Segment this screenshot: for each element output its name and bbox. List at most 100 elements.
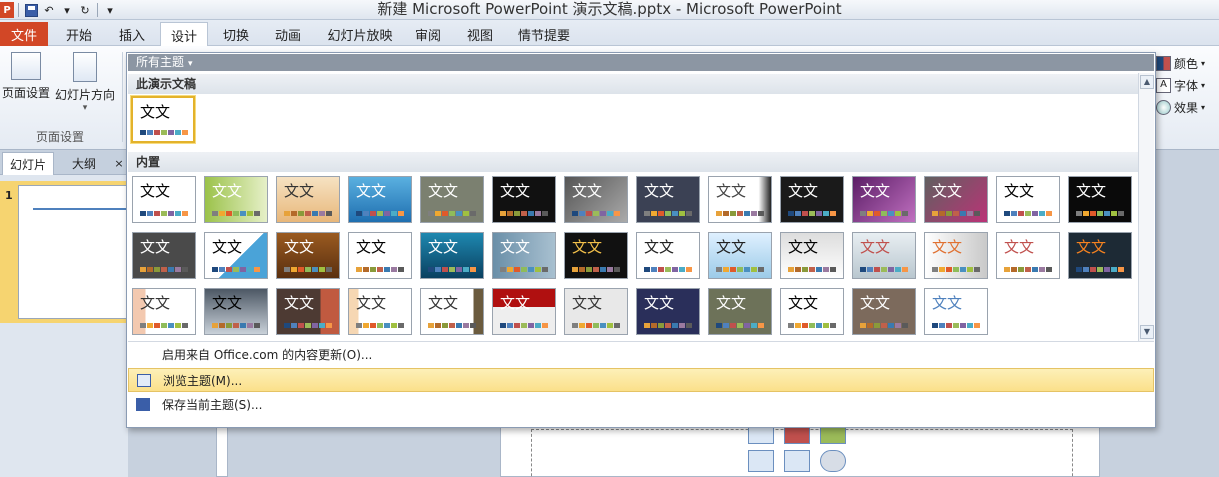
slide-orientation-button[interactable]: 幻灯片方向 ▾ [54,52,116,113]
theme-thumbnail[interactable]: 文文 [204,288,268,335]
theme-color-swatches [284,323,332,328]
theme-thumbnail[interactable]: 文文 [492,176,556,223]
theme-thumbnail[interactable]: 文文 [276,288,340,335]
theme-thumbnail[interactable]: 文文 [204,176,268,223]
colors-button[interactable]: 颜色 ▾ [1156,52,1219,74]
theme-thumbnail[interactable]: 文文 [348,288,412,335]
gallery-scrollbar[interactable]: ▲ ▼ [1138,73,1154,341]
theme-thumbnail[interactable]: 文文 [636,232,700,279]
tab-insert[interactable]: 插入 [108,22,156,46]
theme-thumbnail[interactable]: 文文 [996,232,1060,279]
theme-sample-text: 文文 [572,182,603,200]
page-setup-button[interactable]: 页面设置 [0,52,52,101]
theme-color-swatches [788,323,836,328]
chevron-down-icon: ▾ [1201,58,1206,68]
theme-color-swatches [932,323,980,328]
fonts-button[interactable]: A 字体 ▾ [1156,74,1219,96]
scroll-down-icon[interactable]: ▼ [1140,325,1154,339]
save-current-theme-item[interactable]: 保存当前主题(S)... [128,393,1154,417]
theme-color-swatches [284,267,332,272]
theme-thumbnail[interactable]: 文文 [564,232,628,279]
theme-thumbnail[interactable]: 文文 [924,176,988,223]
theme-thumbnail[interactable]: 文文 [852,232,916,279]
close-icon[interactable]: × [112,152,126,175]
theme-color-swatches [212,323,260,328]
slide-orientation-icon [73,52,97,82]
theme-thumbnail[interactable]: 文文 [276,176,340,223]
theme-thumbnail[interactable]: 文文 [420,288,484,335]
enable-office-updates-item[interactable]: 启用来自 Office.com 的内容更新(O)... [128,343,1154,367]
tab-storyboarding[interactable]: 情节提要 [510,22,578,46]
theme-thumbnail[interactable]: 文文 [420,176,484,223]
browse-themes-item[interactable]: 浏览主题(M)... [128,368,1154,392]
tab-slides[interactable]: 幻灯片 [2,152,54,175]
group-separator [122,52,123,142]
theme-thumbnail[interactable]: 文文 [492,232,556,279]
theme-thumbnail[interactable]: 文文 [708,232,772,279]
tab-home[interactable]: 开始 [54,22,104,46]
theme-thumbnail[interactable]: 文文 [204,232,268,279]
theme-sample-text: 文文 [644,294,675,312]
theme-thumbnail[interactable]: 文文 [1068,176,1132,223]
fonts-icon: A [1156,77,1171,93]
theme-color-swatches [500,211,548,216]
browse-themes-icon [137,374,151,387]
effects-button[interactable]: 效果 ▾ [1156,96,1219,118]
theme-thumbnail[interactable]: 文文 [636,288,700,335]
theme-sample-text: 文文 [1004,182,1035,200]
theme-thumbnail[interactable]: 文文 [132,288,196,335]
tab-view[interactable]: 视图 [456,22,504,46]
tab-transitions[interactable]: 切换 [212,22,260,46]
theme-color-swatches [860,267,908,272]
theme-thumbnail[interactable]: 文文 [924,288,988,335]
theme-thumbnail[interactable]: 文文 [780,176,844,223]
theme-thumbnail[interactable]: 文文 [348,176,412,223]
scroll-up-icon[interactable]: ▲ [1140,75,1154,89]
theme-thumbnail[interactable]: 文文 [996,176,1060,223]
theme-sample-text: 文文 [284,294,315,312]
tab-review[interactable]: 审阅 [404,22,452,46]
theme-sample-text: 文文 [284,238,315,256]
slides-pane-tabs: 幻灯片 大纲 × [0,151,128,175]
theme-thumbnail[interactable]: 文文 [132,232,196,279]
clip-art-icon[interactable] [784,450,810,472]
theme-thumbnail[interactable]: 文文 [924,232,988,279]
theme-sample-text: 文文 [860,294,891,312]
theme-thumbnail[interactable]: 文文 [780,288,844,335]
theme-thumbnail[interactable]: 文文 [852,288,916,335]
theme-sample-text: 文文 [428,294,459,312]
theme-color-swatches [500,323,548,328]
theme-sample-text: 文文 [356,238,387,256]
tab-slide-show[interactable]: 幻灯片放映 [318,22,402,46]
gallery-filter-header[interactable]: 所有主题 ▾ [128,54,1154,71]
theme-thumbnail[interactable]: 文文 [132,176,196,223]
theme-thumbnail[interactable]: 文文 [564,176,628,223]
theme-color-swatches [644,211,692,216]
theme-sample-text: 文文 [1076,238,1107,256]
current-theme-thumbnail[interactable]: 文文 [131,96,195,143]
media-icon[interactable] [820,450,846,472]
theme-thumbnail[interactable]: 文文 [636,176,700,223]
tab-file[interactable]: 文件 [0,22,48,46]
theme-thumbnail[interactable]: 文文 [852,176,916,223]
section-this-presentation: 此演示文稿 [128,74,1138,94]
theme-thumbnail[interactable]: 文文 [564,288,628,335]
chevron-down-icon: ▾ [188,59,193,69]
theme-thumbnail[interactable]: 文文 [708,176,772,223]
tab-outline[interactable]: 大纲 [56,152,112,175]
theme-thumbnail[interactable]: 文文 [276,232,340,279]
theme-sample-text: 文文 [140,238,171,256]
theme-thumbnail[interactable]: 文文 [780,232,844,279]
theme-options: 颜色 ▾ A 字体 ▾ 效果 ▾ [1156,52,1219,118]
theme-thumbnail[interactable]: 文文 [708,288,772,335]
slide-thumbnail[interactable] [18,185,129,319]
theme-thumbnail[interactable]: 文文 [348,232,412,279]
theme-thumbnail[interactable]: 文文 [492,288,556,335]
tab-animations[interactable]: 动画 [264,22,312,46]
tab-design[interactable]: 设计 [160,22,208,47]
theme-color-swatches [140,323,188,328]
theme-thumbnail[interactable]: 文文 [1068,232,1132,279]
picture-icon[interactable] [748,450,774,472]
theme-thumbnail[interactable]: 文文 [420,232,484,279]
theme-color-swatches [356,323,404,328]
